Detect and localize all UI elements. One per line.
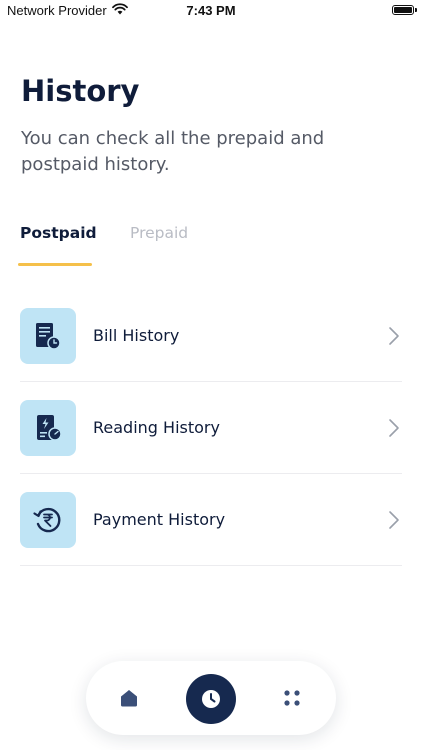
chevron-right-icon: [389, 326, 399, 345]
menu-item-label: Reading History: [93, 418, 220, 437]
history-tabs: Postpaid Prepaid: [20, 224, 188, 242]
menu-item-bill-history[interactable]: Bill History: [20, 290, 402, 382]
status-bar: Network Provider 7:43 PM: [0, 0, 422, 22]
history-menu-list: Bill History Reading History Payment His…: [20, 290, 402, 566]
menu-item-label: Payment History: [93, 510, 226, 529]
rupee-history-icon: [20, 491, 76, 548]
menu-item-reading-history[interactable]: Reading History: [20, 382, 402, 474]
nav-home-button[interactable]: [116, 685, 142, 711]
nav-more-button[interactable]: [279, 685, 305, 711]
status-time: 7:43 PM: [186, 3, 236, 18]
tab-prepaid[interactable]: Prepaid: [130, 224, 188, 242]
menu-item-payment-history[interactable]: Payment History: [20, 474, 402, 566]
menu-item-label: Bill History: [93, 326, 180, 345]
home-icon: [121, 690, 137, 707]
clock-icon: [202, 690, 220, 708]
active-tab-indicator: [18, 263, 92, 266]
grid-dots-icon: [284, 690, 300, 706]
tab-postpaid[interactable]: Postpaid: [20, 224, 130, 242]
page-subtitle: You can check all the prepaid and postpa…: [21, 128, 325, 175]
meter-reading-icon: [20, 399, 76, 456]
chevron-right-icon: [389, 418, 399, 437]
chevron-right-icon: [389, 510, 399, 529]
page-title: History: [21, 74, 140, 108]
bill-clock-icon: [20, 307, 76, 364]
bottom-nav: [86, 661, 336, 735]
nav-history-button[interactable]: [186, 674, 236, 724]
battery-icon: [392, 5, 417, 15]
